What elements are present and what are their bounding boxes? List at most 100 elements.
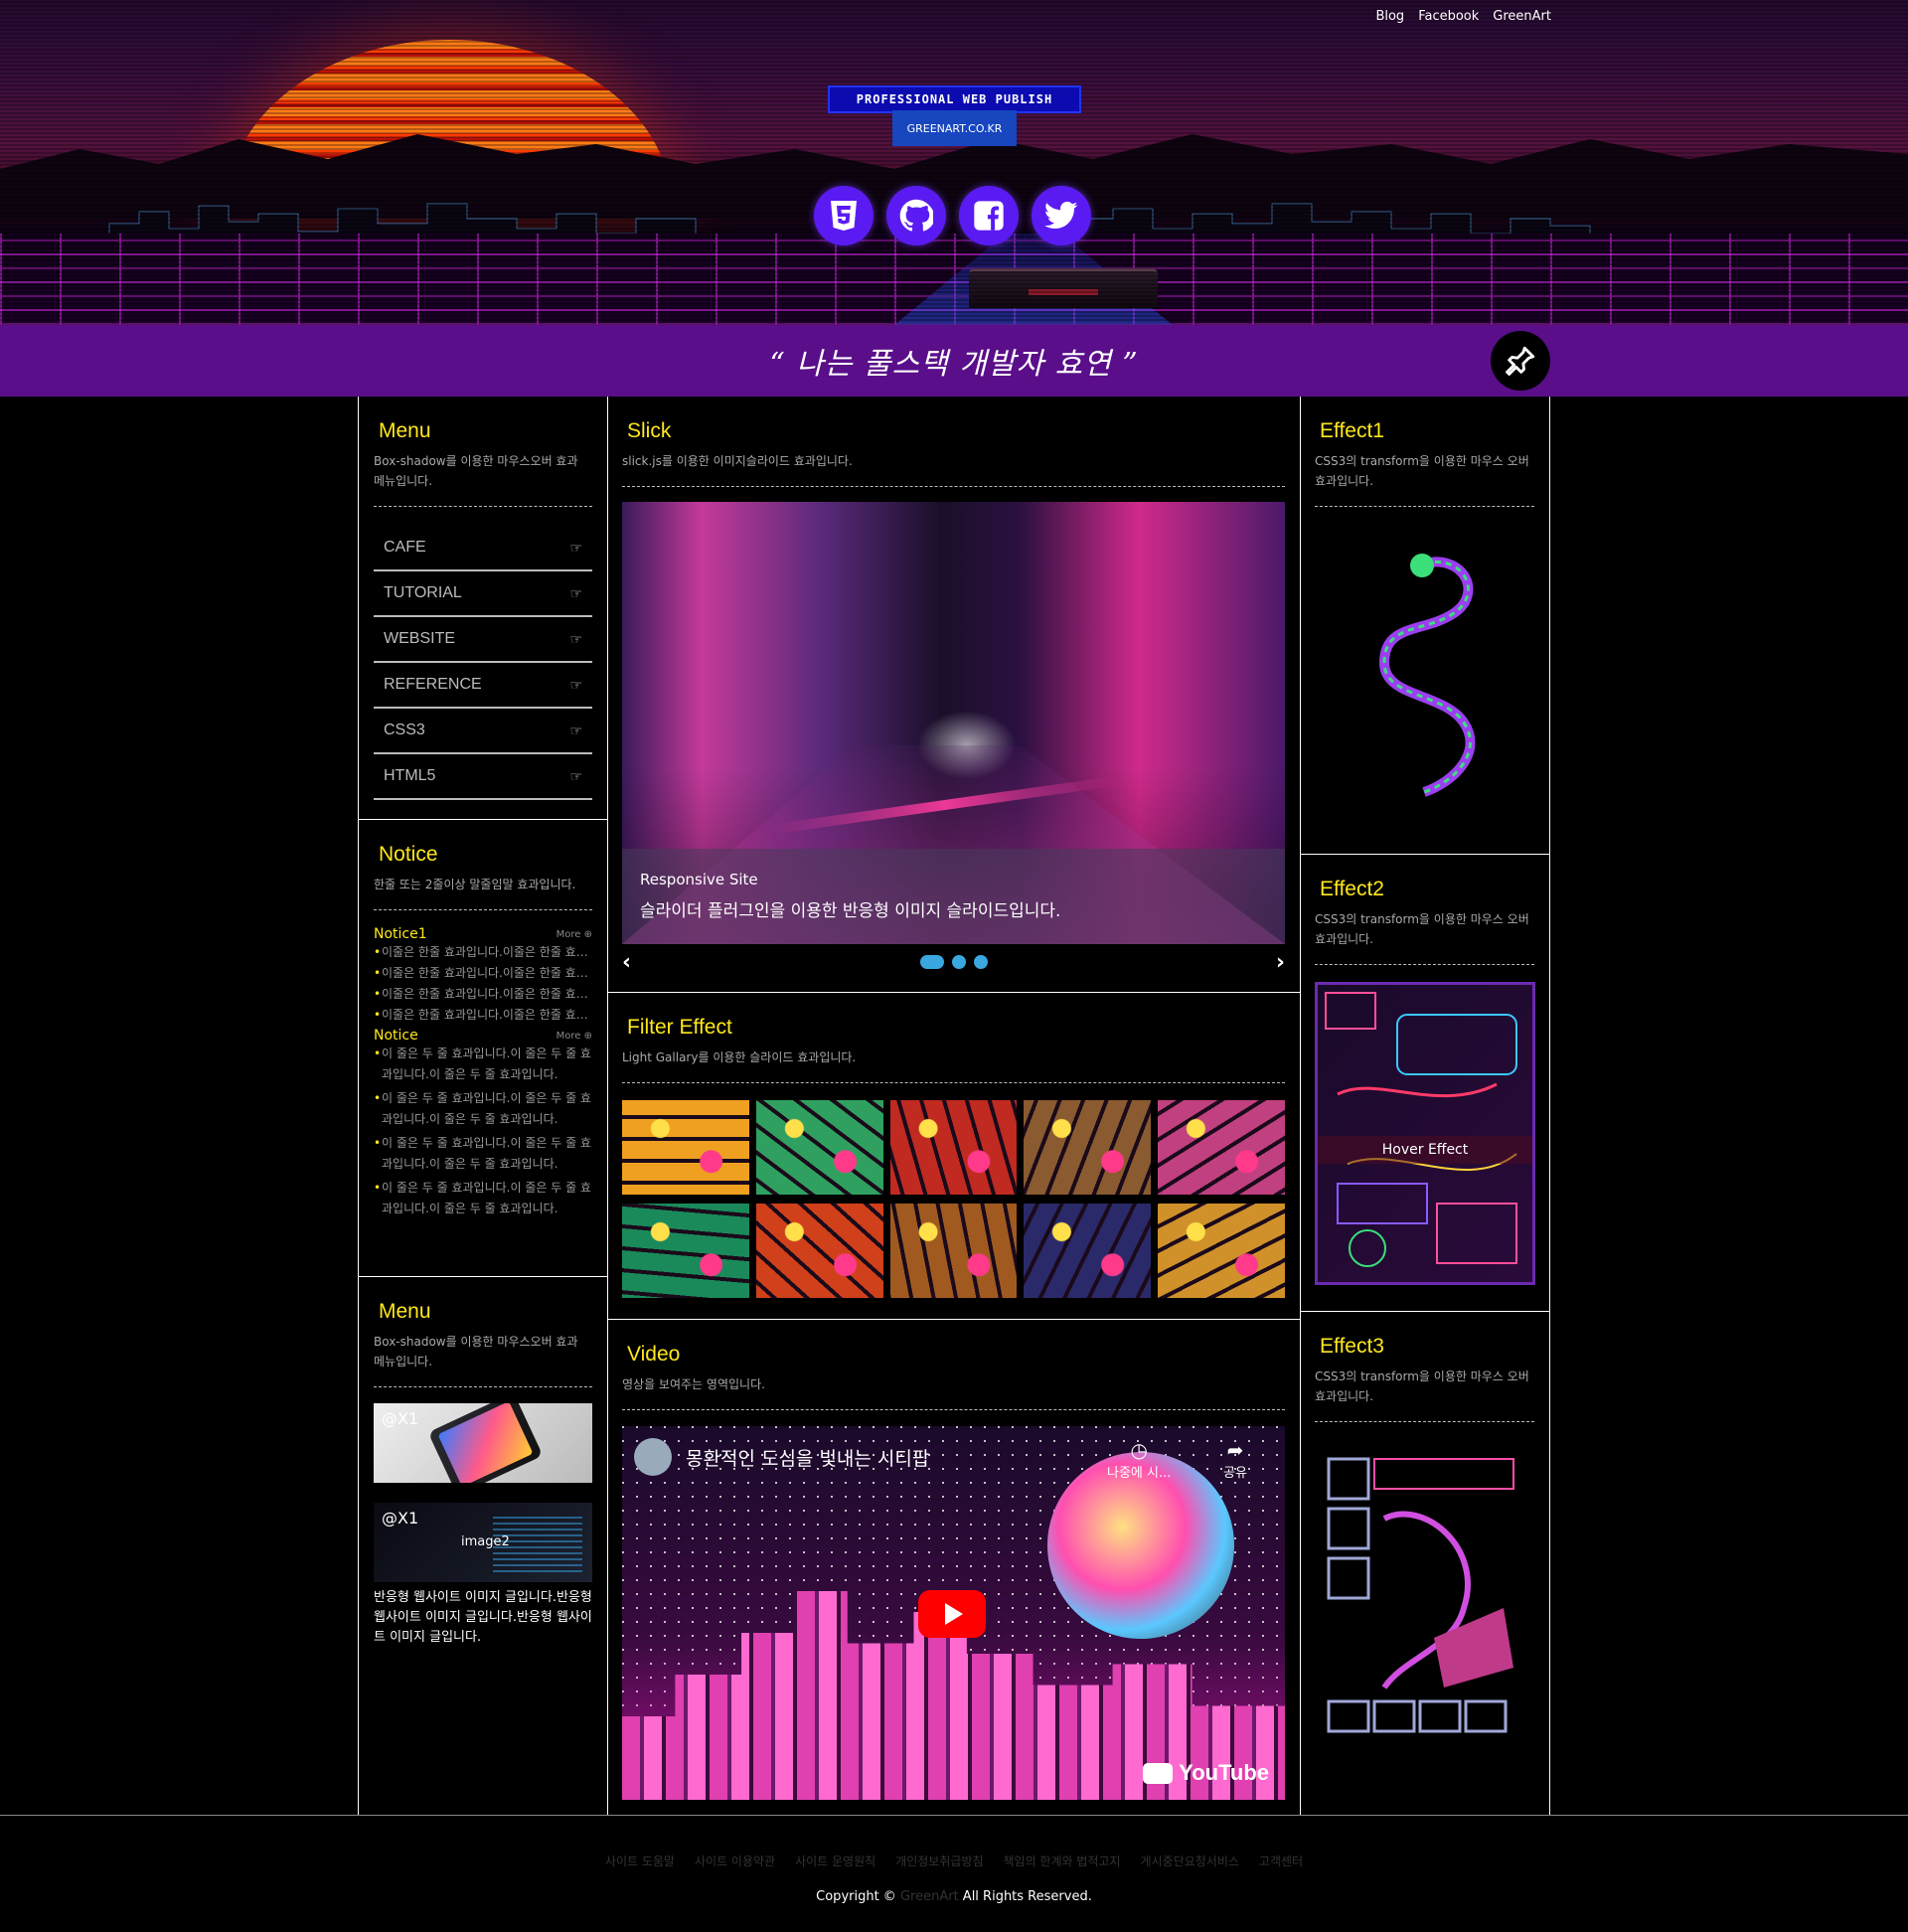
menu-item-tutorial[interactable]: TUTORIAL ☞ [374,571,592,617]
notice-item[interactable]: 이줄은 한줄 효과입니다.이줄은 한줄 효과입니다. [374,984,592,1005]
nav-blog[interactable]: Blog [1375,9,1404,24]
night-market-poster-image[interactable] [1315,1439,1535,1792]
right-column: Effect1 CSS3의 transform을 이용한 마우스 오버효과입니다… [1300,397,1550,1815]
menu-item-reference[interactable]: REFERENCE ☞ [374,663,592,709]
effect2-section: Effect2 CSS3의 transform을 이용한 마우스 오버효과입니다… [1300,855,1549,1312]
copyright-brand[interactable]: GreenArt [900,1889,959,1904]
footer-link[interactable]: 책임의 한계와 법적고지 [1004,1852,1121,1869]
gallery-tile[interactable] [889,1204,1018,1298]
slick-desc: slick.js를 이용한 이미지슬라이드 효과입니다. [622,451,1285,487]
copyright-suffix: All Rights Reserved. [962,1889,1092,1904]
html5-icon[interactable] [814,186,874,245]
gallery-tile[interactable] [1024,1100,1152,1195]
site-badge-title[interactable]: PROFESSIONAL WEB PUBLISH [828,85,1081,113]
notice-item[interactable]: 이 줄은 두 줄 효과입니다.이 줄은 두 줄 효과입니다.이 줄은 두 줄 효… [374,1178,592,1219]
youtube-icon [1143,1762,1174,1784]
gallery-tile[interactable] [1158,1100,1285,1195]
center-column: Slick slick.js를 이용한 이미지슬라이드 효과입니다. Respo… [607,397,1301,1815]
notice-item[interactable]: 이 줄은 두 줄 효과입니다.이 줄은 두 줄 효과입니다.이 줄은 두 줄 효… [374,1088,592,1130]
footer-link[interactable]: 개인정보취급방침 [895,1852,983,1869]
youtube-label: YouTube [1179,1760,1269,1785]
video-player[interactable]: 몽환적인 도심을 빛내는 시티팝 ◷ 나중에 시... ➦ 공유 YouTube [622,1426,1285,1800]
notice-item[interactable]: 이줄은 한줄 효과입니다.이줄은 한줄 효과입니다. [374,1005,592,1026]
footer-link[interactable]: 게시중단요청서비스 [1141,1852,1239,1869]
footer-link[interactable]: 고객센터 [1259,1852,1303,1869]
gallery-tile[interactable] [622,1204,749,1298]
notice1-more[interactable]: More ⊕ [556,929,592,940]
menu-item-website[interactable]: WEBSITE ☞ [374,617,592,663]
share-icon: ➦ [1226,1438,1244,1462]
left-column: Menu Box-shadow를 이용한 마우스오버 효과 메뉴입니다. CAF… [358,397,608,1815]
social-links [814,186,1091,245]
image-caption: image2 [461,1534,510,1549]
hand-pointer-icon: ☞ [569,539,582,556]
footer-link[interactable]: 사이트 이용약관 [695,1852,775,1869]
hand-pointer-icon: ☞ [569,722,582,738]
gallery-tile[interactable] [755,1204,883,1298]
slide-caption: Responsive Site 슬라이더 플러그인을 이용한 반응형 이미지 슬… [622,849,1285,944]
gallery-tile[interactable] [1158,1204,1285,1298]
slick-section: Slick slick.js를 이용한 이미지슬라이드 효과입니다. Respo… [607,397,1300,993]
gallery-tile[interactable] [755,1100,883,1195]
play-button[interactable] [918,1590,986,1638]
gallery-tile[interactable] [889,1100,1018,1195]
hand-pointer-icon: ☞ [569,767,582,784]
notice-section: Notice 한줄 또는 2줄이상 말줄임말 효과입니다. Notice1 Mo… [359,820,607,1277]
footer-link[interactable]: 사이트 운영원칙 [795,1852,875,1869]
image-label: @X1 [382,1509,419,1528]
effect1-desc: CSS3의 transform을 이용한 마우스 오버효과입니다. [1315,451,1534,507]
site-badge-url[interactable]: GREENART.CO.KR [892,110,1017,146]
header-banner: Blog Facebook GreenArt PROFESSIONAL WEB … [0,0,1908,325]
clock-icon: ◷ [1130,1438,1148,1462]
channel-avatar[interactable] [634,1438,672,1476]
prev-arrow-icon[interactable]: ‹ [622,950,631,975]
pin-button[interactable] [1491,331,1550,391]
menu-item-css3[interactable]: CSS3 ☞ [374,709,592,754]
notice-item[interactable]: 이 줄은 두 줄 효과입니다.이 줄은 두 줄 효과입니다.이 줄은 두 줄 효… [374,1133,592,1175]
menu2-title: Menu [379,1300,431,1323]
slide-image[interactable]: Responsive Site 슬라이더 플러그인을 이용한 반응형 이미지 슬… [622,502,1285,944]
notice1-list: 이줄은 한줄 효과입니다.이줄은 한줄 효과입니다. 이줄은 한줄 효과입니다.… [374,942,592,1026]
nav-greenart[interactable]: GreenArt [1493,9,1551,24]
dragon-image[interactable] [1315,524,1535,862]
hover-effect-label: Hover Effect [1318,1136,1532,1164]
gallery-tile[interactable] [622,1100,749,1195]
notice-item[interactable]: 이줄은 한줄 효과입니다.이줄은 한줄 효과입니다. [374,963,592,984]
video-name[interactable]: 몽환적인 도심을 빛내는 시티팝 [686,1444,929,1471]
notice1-header: Notice1 More ⊕ [374,926,592,942]
neon-poster-image[interactable]: Hover Effect [1315,982,1535,1285]
notice-item[interactable]: 이줄은 한줄 효과입니다.이줄은 한줄 효과입니다. [374,942,592,963]
share-button[interactable]: ➦ 공유 [1223,1438,1247,1481]
github-icon[interactable] [886,186,946,245]
menu2-section: Menu Box-shadow를 이용한 마우스오버 효과 메뉴입니다. @X1… [359,1277,607,1813]
quote-bar: “ 나는 풀스택 개발자 효연 ” [0,325,1908,397]
menu-item-cafe[interactable]: CAFE ☞ [374,526,592,571]
twitter-icon[interactable] [1032,186,1091,245]
footer-links: 사이트 도움말 사이트 이용약관 사이트 운영원칙 개인정보취급방침 책임의 한… [0,1852,1908,1869]
menu-list: CAFE ☞ TUTORIAL ☞ WEBSITE ☞ REFERENCE ☞ CSS3… [374,526,592,800]
pin-icon [1506,346,1535,376]
facebook-icon[interactable] [959,186,1019,245]
gallery-tile[interactable] [1024,1204,1152,1298]
next-arrow-icon[interactable]: › [1276,950,1285,975]
video-desc: 영상을 보여주는 영역입니다. [622,1374,1285,1410]
filter-desc: Light Gallary를 이용한 슬라이드 효과입니다. [622,1047,1285,1083]
code-image[interactable]: @X1 image2 [374,1503,592,1582]
nav-facebook[interactable]: Facebook [1418,9,1479,24]
footer-link[interactable]: 사이트 도움말 [605,1852,675,1869]
slide-dot[interactable] [919,955,944,969]
slide-dot[interactable] [951,955,966,969]
watch-later-label: 나중에 시... [1107,1466,1172,1481]
slide-dots [919,955,988,969]
phone-image[interactable]: @X1 [374,1403,592,1483]
notice2-more[interactable]: More ⊕ [556,1031,592,1042]
filter-title: Filter Effect [627,1016,732,1039]
menu-item-html5[interactable]: HTML5 ☞ [374,754,592,800]
slide-dot[interactable] [973,955,988,969]
copyright-prefix: Copyright © [816,1889,896,1904]
notice2-header: Notice More ⊕ [374,1028,592,1044]
watch-later-button[interactable]: ◷ 나중에 시... [1107,1438,1171,1481]
youtube-logo[interactable]: YouTube [1143,1760,1269,1786]
effect1-section: Effect1 CSS3의 transform을 이용한 마우스 오버효과입니다… [1300,397,1549,855]
notice-item[interactable]: 이 줄은 두 줄 효과입니다.이 줄은 두 줄 효과입니다.이 줄은 두 줄 효… [374,1044,592,1085]
